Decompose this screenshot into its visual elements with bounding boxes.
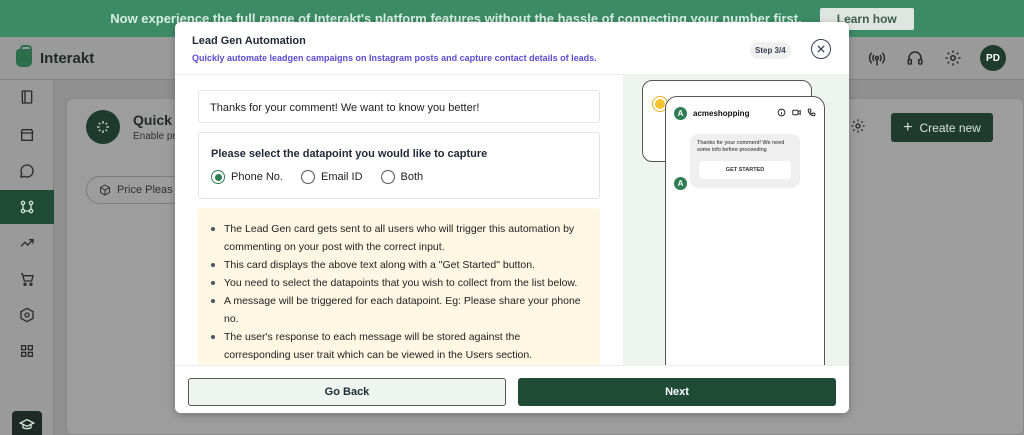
quick-flow-subtitle: Enable pr xyxy=(133,131,176,142)
lead-gen-modal: Lead Gen Automation Quickly automate lea… xyxy=(175,22,849,413)
sidebar-item-book[interactable] xyxy=(0,80,54,114)
modal-footer: Go Back Next xyxy=(175,365,849,413)
sidebar-item-trend[interactable] xyxy=(0,226,54,260)
phone-preview: A acmeshopping Thanks for your comment! … xyxy=(665,96,825,365)
list-item: The Lead Gen card gets sent to all users… xyxy=(211,220,588,256)
phone-header-icons xyxy=(777,108,816,117)
info-list: The Lead Gen card gets sent to all users… xyxy=(211,220,588,364)
plus-icon: + xyxy=(903,118,913,136)
datapoint-options: Phone No. Email ID Both xyxy=(211,170,423,184)
sidebar xyxy=(0,80,54,435)
next-button[interactable]: Next xyxy=(518,378,836,406)
datapoint-selector: Please select the datapoint you would li… xyxy=(198,132,600,199)
brand: Interakt xyxy=(16,45,95,67)
bubble-text: Thanks for your comment! We need some in… xyxy=(697,140,785,153)
sidebar-item-store[interactable] xyxy=(0,118,54,152)
modal-title: Lead Gen Automation xyxy=(192,35,306,47)
close-icon xyxy=(817,45,825,53)
store-icon xyxy=(20,129,34,141)
user-avatar[interactable]: PD xyxy=(980,45,1006,71)
radio-circle[interactable] xyxy=(211,170,225,184)
shopping-bag-logo-icon xyxy=(16,45,32,67)
list-item: You need to select the datapoints that y… xyxy=(211,274,588,292)
modal-form-panel: Thanks for your comment! We want to know… xyxy=(175,75,623,365)
sidebar-item-cart[interactable] xyxy=(0,262,54,296)
thanks-message-field[interactable]: Thanks for your comment! We want to know… xyxy=(198,90,600,123)
hexagon-settings-icon xyxy=(20,307,34,323)
chat-icon xyxy=(20,164,34,178)
info-icon xyxy=(777,108,786,117)
sidebar-item-settings[interactable] xyxy=(0,298,54,332)
list-item: A message will be triggered for each dat… xyxy=(211,292,588,328)
headset-icon[interactable] xyxy=(904,47,926,69)
modal-header: Lead Gen Automation Quickly automate lea… xyxy=(175,22,849,75)
radio-label: Phone No. xyxy=(231,171,283,183)
gear-icon[interactable] xyxy=(942,47,964,69)
radio-circle[interactable] xyxy=(380,170,395,184)
workflow-icon xyxy=(20,200,34,214)
get-started-button: GET STARTED xyxy=(699,161,791,179)
price-please-chip[interactable]: Price Pleas xyxy=(86,176,186,204)
sidebar-item-workflow[interactable] xyxy=(0,190,54,224)
preview-panel: A acmeshopping Thanks for your comment! … xyxy=(623,75,849,365)
header-actions: PD xyxy=(866,45,1006,71)
step-indicator: Step 3/4 xyxy=(750,42,791,59)
learn-icon xyxy=(19,418,35,430)
create-new-label: Create new xyxy=(919,120,981,135)
sender-avatar: A xyxy=(674,177,687,190)
cart-icon xyxy=(21,273,34,286)
sidebar-item-learn[interactable] xyxy=(12,411,42,435)
modal-subtitle: Quickly automate leadgen campaigns on In… xyxy=(192,53,597,63)
list-item: The user's response to each message will… xyxy=(211,328,588,364)
book-icon xyxy=(21,90,33,104)
message-bubble: Thanks for your comment! We need some in… xyxy=(690,134,800,188)
radio-label: Both xyxy=(400,171,424,183)
quick-flow-icon xyxy=(86,110,120,144)
go-back-button[interactable]: Go Back xyxy=(188,378,506,406)
radio-email[interactable]: Email ID xyxy=(300,170,363,184)
trend-icon xyxy=(20,239,34,247)
grid-icon xyxy=(20,345,33,357)
sidebar-item-chat[interactable] xyxy=(0,154,54,188)
phone-icon xyxy=(807,108,816,117)
video-icon xyxy=(792,109,801,116)
cube-icon xyxy=(100,184,110,196)
account-avatar: A xyxy=(674,107,687,120)
radio-both[interactable]: Both xyxy=(380,170,424,184)
create-new-button[interactable]: + Create new xyxy=(891,113,993,142)
radio-circle[interactable] xyxy=(300,170,315,184)
sidebar-item-grid[interactable] xyxy=(0,334,54,368)
broadcast-icon[interactable] xyxy=(866,47,888,69)
radio-phone[interactable]: Phone No. xyxy=(211,170,283,184)
info-panel: The Lead Gen card gets sent to all users… xyxy=(198,208,600,365)
datapoint-title: Please select the datapoint you would li… xyxy=(211,148,488,160)
settings-gear-icon[interactable] xyxy=(850,118,866,139)
phone-chat-header: A acmeshopping xyxy=(674,107,749,120)
brand-name: Interakt xyxy=(40,49,95,67)
list-item: This card displays the above text along … xyxy=(211,256,588,274)
price-chip-label: Price Pleas xyxy=(117,184,173,196)
close-button[interactable] xyxy=(811,39,831,59)
account-name: acmeshopping xyxy=(693,109,750,118)
radio-label: Email ID xyxy=(320,171,363,183)
